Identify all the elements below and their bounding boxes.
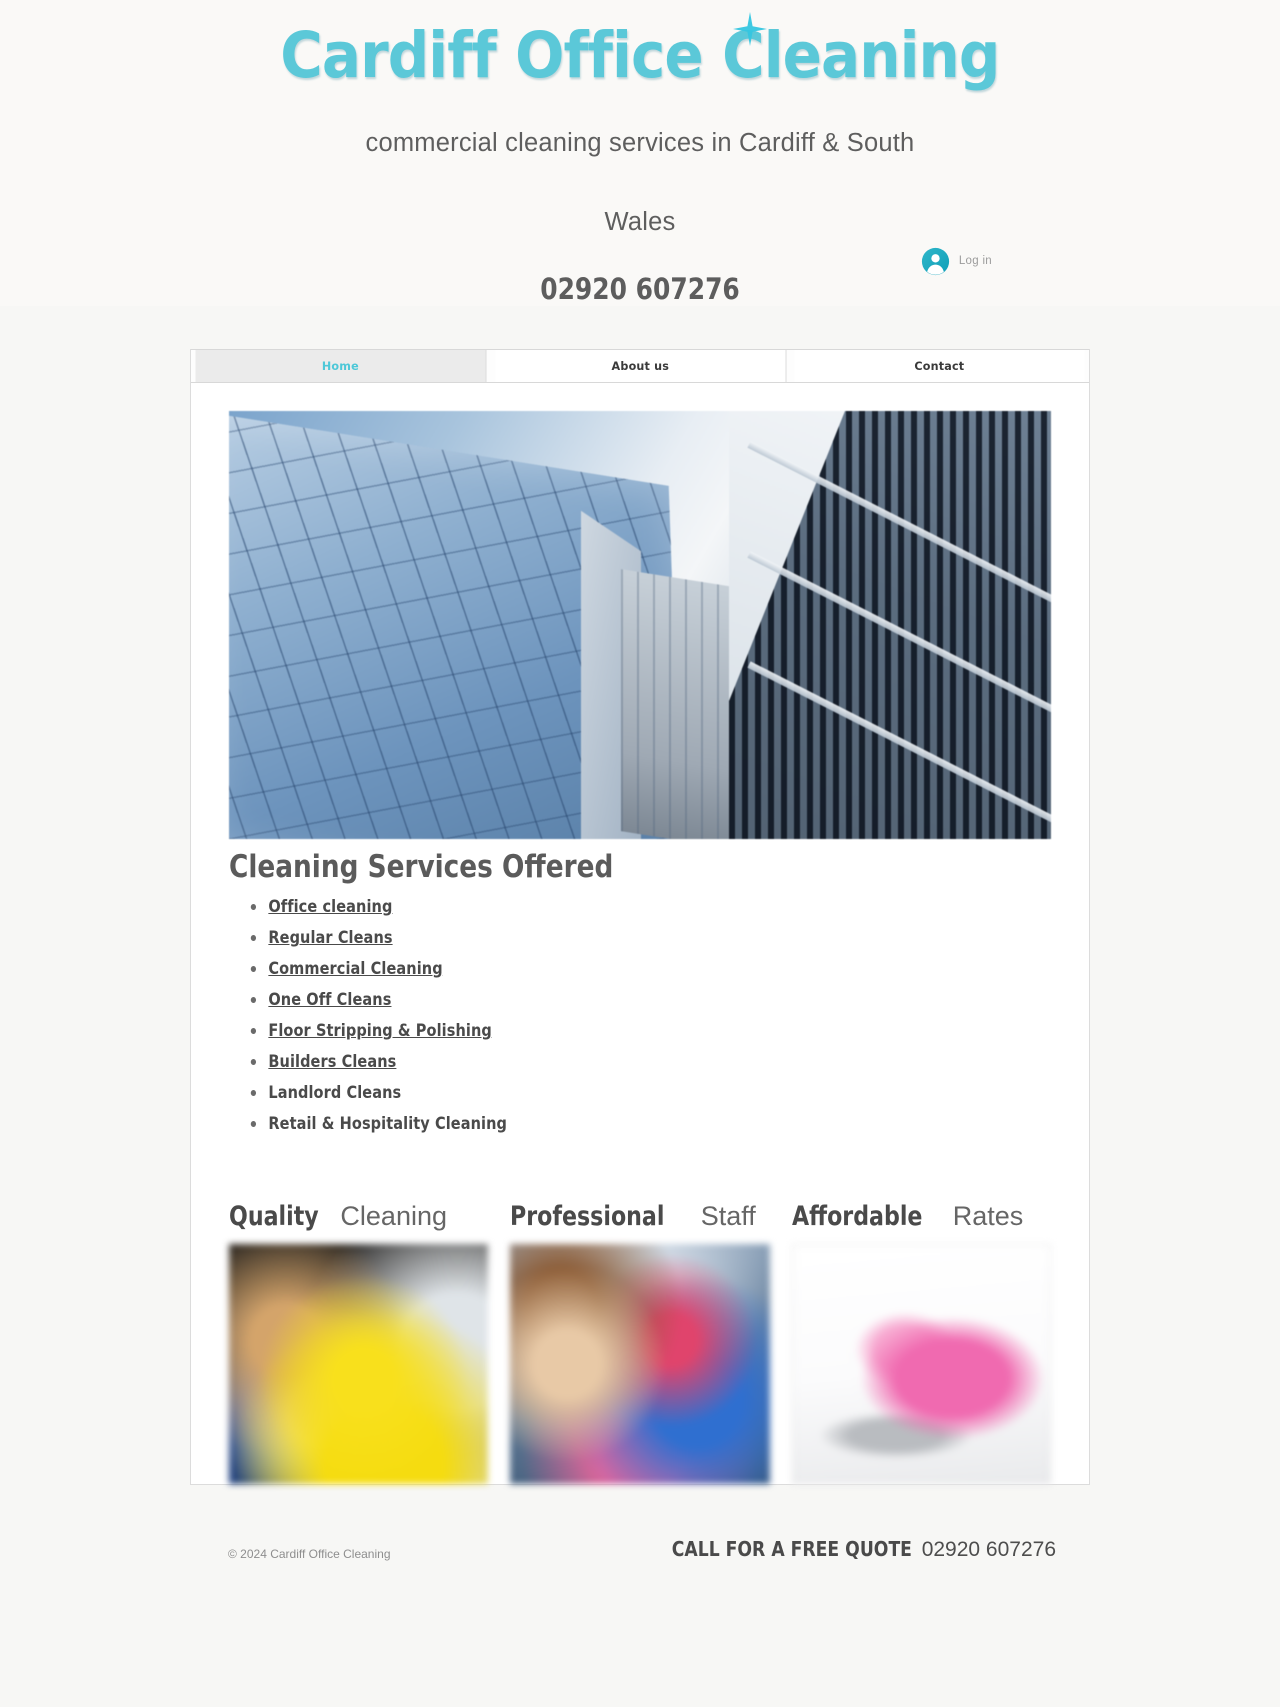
feature-heading-light: Rates <box>952 1201 1024 1231</box>
login-label[interactable]: Log in <box>959 255 992 267</box>
page-body: Cleaning Services Offered Office cleanin… <box>191 383 1089 1484</box>
services-list: Office cleaning Regular Cleans Commercia… <box>249 891 1051 1139</box>
feature-quality-cleaning: Quality Cleaning <box>229 1201 489 1484</box>
feature-professional-staff: Professional Staff <box>510 1201 770 1484</box>
footer-call-to-action: CALL FOR A FREE QUOTE 02920 607276 <box>626 1537 1056 1562</box>
feature-image-quality <box>229 1244 489 1484</box>
service-item[interactable]: Regular Cleans <box>249 922 955 953</box>
feature-image-rates <box>791 1244 1051 1484</box>
service-label[interactable]: Commercial Cleaning <box>268 959 442 978</box>
service-label: Landlord Cleans <box>268 1083 402 1102</box>
feature-heading-strong: Professional <box>510 1201 665 1232</box>
service-label[interactable]: Regular Cleans <box>268 928 392 947</box>
feature-heading-light: Staff <box>700 1201 756 1231</box>
service-item: Retail & Hospitality Cleaning <box>249 1108 955 1139</box>
service-item: Landlord Cleans <box>249 1077 955 1108</box>
nav-tab-contact[interactable]: Contact <box>794 350 1085 382</box>
tagline-line-1: commercial cleaning services in Cardiff … <box>365 129 915 157</box>
feature-heading: Affordable Rates <box>792 1201 1051 1232</box>
service-label[interactable]: Builders Cleans <box>268 1052 396 1071</box>
site-header: Cardiff Office Cleaning commercial clean… <box>0 0 1280 306</box>
service-item[interactable]: Office cleaning <box>249 891 955 922</box>
cta-phone-number[interactable]: 02920 607276 <box>922 1538 1056 1562</box>
service-item[interactable]: Floor Stripping & Polishing <box>249 1015 955 1046</box>
nav-tab-home[interactable]: Home <box>195 350 487 382</box>
service-label[interactable]: One Off Cleans <box>268 990 391 1009</box>
site-frame: Home About us Contact Cleaning Services … <box>190 349 1090 1485</box>
site-footer: © 2024 Cardiff Office Cleaning CALL FOR … <box>190 1485 1090 1603</box>
service-item[interactable]: Commercial Cleaning <box>249 953 955 984</box>
site-logo: Cardiff Office Cleaning <box>280 19 1000 92</box>
feature-image-staff <box>510 1244 770 1484</box>
hero-image <box>229 411 1051 839</box>
feature-heading: Professional Staff <box>510 1201 769 1232</box>
feature-heading: Quality Cleaning <box>229 1201 488 1232</box>
feature-affordable-rates: Affordable Rates <box>791 1201 1051 1484</box>
services-heading: Cleaning Services Offered <box>229 849 614 885</box>
logo-container: Cardiff Office Cleaning <box>0 8 1280 104</box>
service-label[interactable]: Floor Stripping & Polishing <box>268 1021 492 1040</box>
service-item[interactable]: Builders Cleans <box>249 1046 955 1077</box>
feature-heading-strong: Quality <box>229 1201 319 1232</box>
cta-label: CALL FOR A FREE QUOTE <box>671 1537 912 1561</box>
service-item[interactable]: One Off Cleans <box>249 984 955 1015</box>
feature-heading-strong: Affordable <box>791 1201 923 1232</box>
features-row: Quality Cleaning Professional Staff Afford… <box>229 1201 1051 1484</box>
site-tagline: commercial cleaning services in Cardiff … <box>0 104 1280 262</box>
service-label[interactable]: Office cleaning <box>268 897 392 916</box>
feature-heading-light: Cleaning <box>340 1201 447 1231</box>
tagline-line-2: Wales <box>604 208 676 236</box>
main-navigation: Home About us Contact <box>191 349 1089 383</box>
hero-mid-building <box>621 569 746 839</box>
copyright-text: © 2024 Cardiff Office Cleaning <box>228 1547 391 1561</box>
nav-tab-about-us[interactable]: About us <box>495 350 786 382</box>
header-phone-number: 02920 607276 <box>540 272 740 306</box>
service-label: Retail & Hospitality Cleaning <box>268 1114 508 1133</box>
